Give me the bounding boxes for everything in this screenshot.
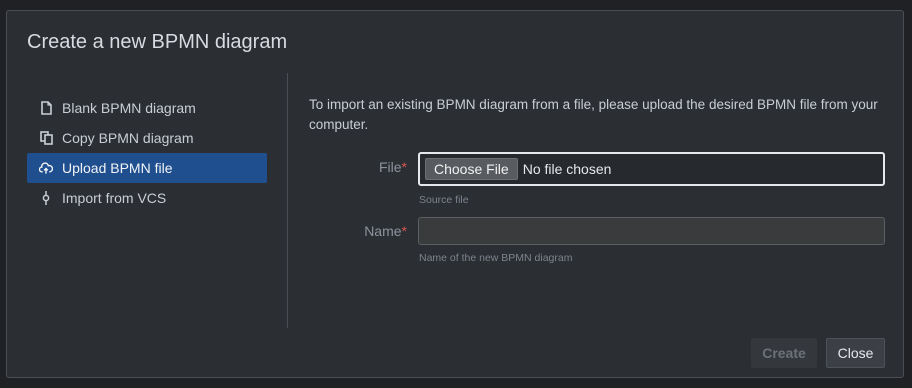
copy-icon: [39, 130, 53, 146]
nav-item-copy-diagram[interactable]: Copy BPMN diagram: [27, 123, 267, 153]
required-marker: *: [401, 159, 407, 175]
nav-item-label: Copy BPMN diagram: [62, 130, 194, 146]
dialog-title: Create a new BPMN diagram: [27, 31, 288, 53]
required-marker: *: [401, 223, 407, 239]
panel-divider: [287, 73, 288, 328]
nav-item-label: Upload BPMN file: [62, 160, 173, 176]
nav-item-import-vcs[interactable]: Import from VCS: [27, 183, 267, 213]
choose-file-button[interactable]: Choose File: [425, 158, 518, 180]
name-label-text: Name: [364, 223, 402, 239]
file-label-text: File: [378, 159, 402, 175]
file-status: No file chosen: [522, 161, 612, 177]
close-button[interactable]: Close: [826, 338, 885, 368]
file-icon: [39, 100, 53, 116]
file-input[interactable]: Choose File No file chosen: [418, 152, 885, 186]
create-button[interactable]: Create: [751, 338, 817, 368]
source-nav: Blank BPMN diagram Copy BPMN diagram Upl…: [27, 93, 267, 213]
cloud-upload-icon: [39, 160, 53, 176]
nav-item-upload-file[interactable]: Upload BPMN file: [27, 153, 267, 183]
create-bpmn-dialog: Create a new BPMN diagram Blank BPMN dia…: [6, 10, 904, 378]
nav-item-label: Blank BPMN diagram: [62, 100, 196, 116]
name-input[interactable]: [418, 217, 885, 245]
nav-item-blank-diagram[interactable]: Blank BPMN diagram: [27, 93, 267, 123]
upload-instructions: To import an existing BPMN diagram from …: [309, 97, 878, 132]
name-field-label: Name*: [307, 223, 407, 239]
file-help-text: Source file: [419, 194, 469, 206]
name-help-text: Name of the new BPMN diagram: [419, 252, 573, 264]
nav-item-label: Import from VCS: [62, 190, 167, 206]
file-field-label: File*: [307, 159, 407, 175]
commit-icon: [39, 190, 53, 206]
